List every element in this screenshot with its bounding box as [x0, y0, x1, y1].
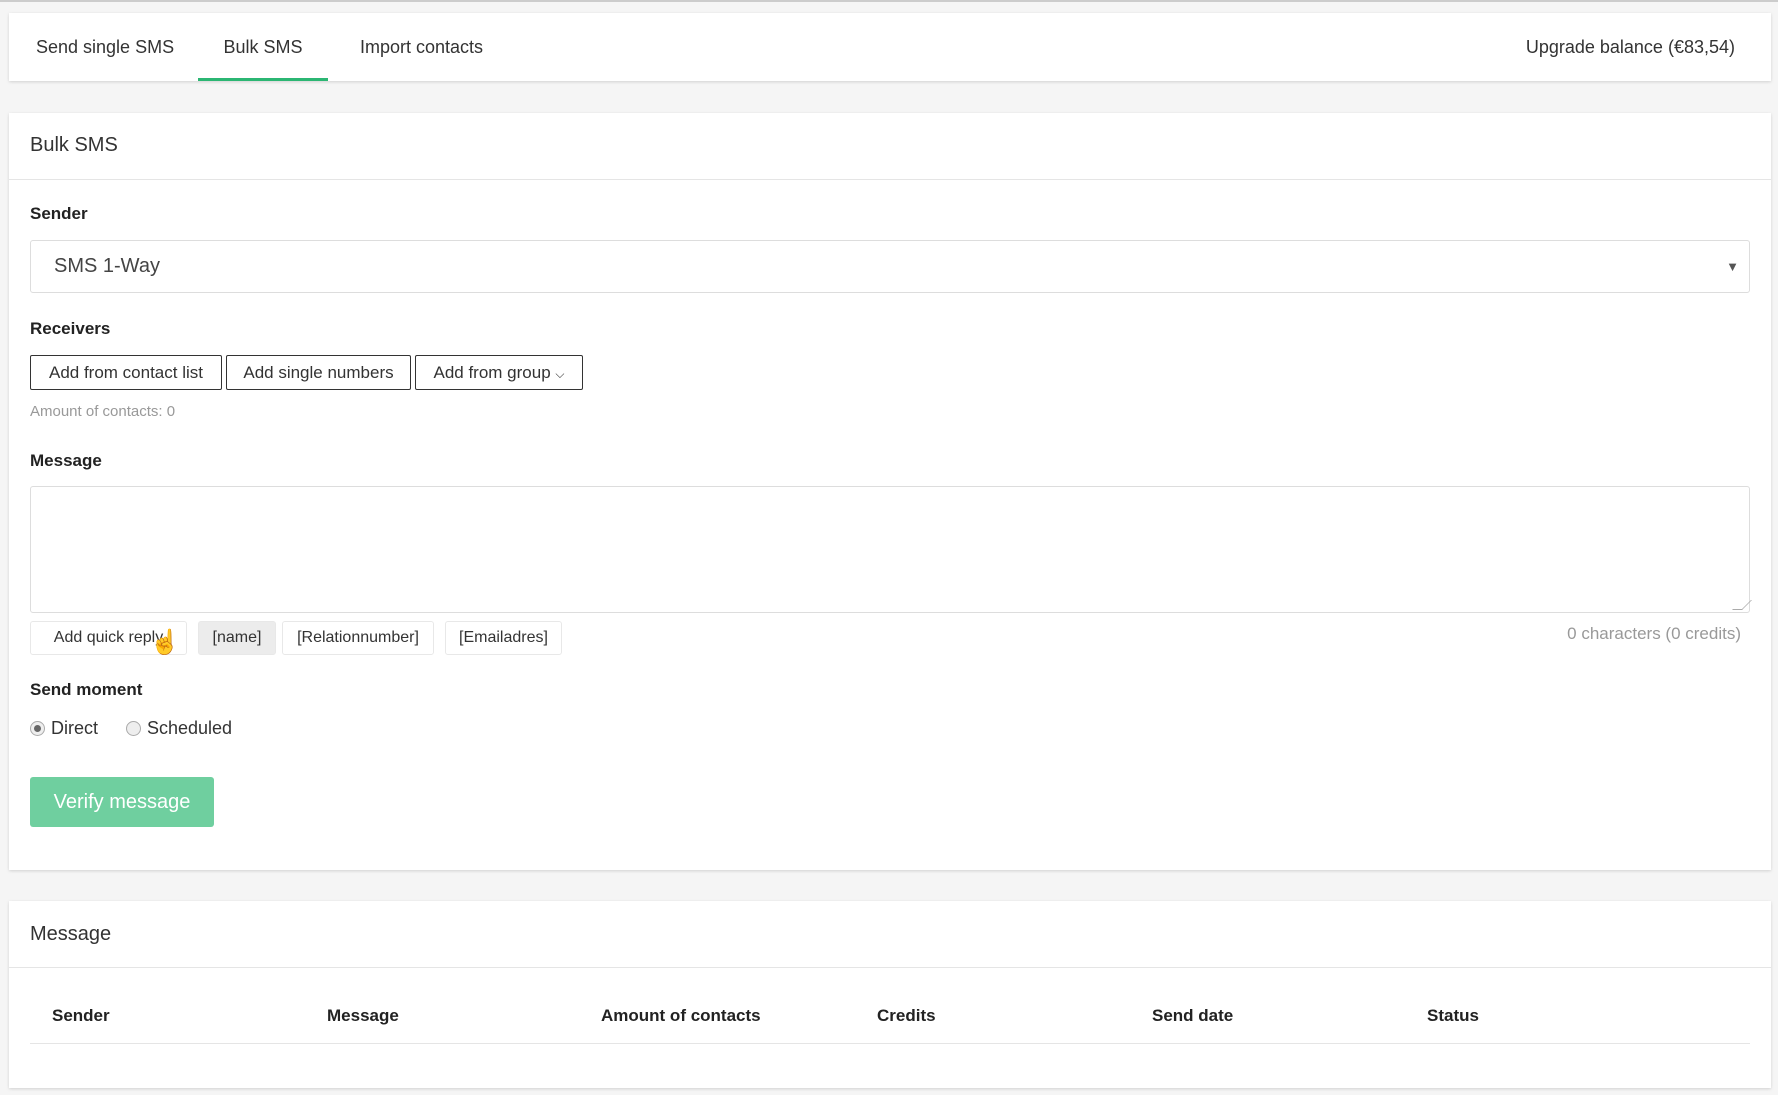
message-label: Message [30, 451, 102, 470]
placeholder-emailadres-chip[interactable]: [Emailadres] [445, 621, 562, 655]
bulk-sms-card: Bulk SMS Sender SMS 1-Way ▼ Receivers Ad… [9, 113, 1771, 870]
card-title: Bulk SMS [30, 134, 118, 156]
hand-cursor-icon: ☝ [150, 629, 180, 656]
column-header-sender[interactable]: Sender [52, 1006, 110, 1026]
column-header-send-date[interactable]: Send date [1152, 1006, 1233, 1026]
tab-send-single-sms[interactable]: Send single SMS [36, 13, 174, 81]
radio-scheduled-label: Scheduled [147, 718, 233, 738]
add-from-group-button[interactable]: Add from group ⌵ [415, 355, 583, 390]
send-moment-label: Send moment [30, 680, 143, 699]
dropdown-arrow-icon: ▼ [1726, 259, 1739, 274]
sender-value: SMS 1-Way [54, 255, 160, 277]
verify-message-button[interactable]: Verify message [30, 777, 214, 827]
table-header-divider [30, 1043, 1750, 1044]
tab-import-contacts[interactable]: Import contacts [360, 13, 483, 81]
divider [9, 967, 1771, 968]
top-nav: Send single SMS Bulk SMS Import contacts… [9, 13, 1771, 81]
add-from-contact-list-button[interactable]: Add from contact list [30, 355, 222, 390]
add-from-group-label: Add from group [433, 363, 551, 382]
placeholder-relationnumber-chip[interactable]: [Relationnumber] [282, 621, 434, 655]
message-list-card: Message Sender Message Amount of contact… [9, 901, 1771, 1088]
resize-handle-icon[interactable] [1732, 600, 1752, 610]
sender-select[interactable]: SMS 1-Way ▼ [30, 240, 1750, 293]
radio-checked-icon [30, 721, 45, 736]
message-textarea[interactable] [30, 486, 1752, 613]
radio-direct-label: Direct [51, 718, 99, 738]
character-count: 0 characters (0 credits) [1567, 624, 1741, 643]
tab-bulk-sms[interactable]: Bulk SMS [198, 13, 328, 81]
column-header-message[interactable]: Message [327, 1006, 399, 1026]
chevron-down-icon: ⌵ [555, 367, 565, 381]
receivers-label: Receivers [30, 319, 111, 338]
placeholder-name-chip[interactable]: [name] [198, 621, 276, 655]
list-title: Message [30, 923, 112, 945]
column-header-amount[interactable]: Amount of contacts [601, 1006, 761, 1026]
radio-direct[interactable]: Direct [30, 718, 98, 739]
column-header-status[interactable]: Status [1427, 1006, 1479, 1026]
column-header-credits[interactable]: Credits [877, 1006, 936, 1026]
sender-label: Sender [30, 204, 88, 223]
amount-of-contacts: Amount of contacts: 0 [30, 403, 176, 420]
add-single-numbers-button[interactable]: Add single numbers [226, 355, 411, 390]
radio-unchecked-icon [126, 721, 141, 736]
upgrade-balance-link[interactable]: Upgrade balance (€83,54) [1526, 13, 1735, 81]
divider [9, 179, 1771, 180]
radio-scheduled[interactable]: Scheduled [126, 718, 232, 739]
